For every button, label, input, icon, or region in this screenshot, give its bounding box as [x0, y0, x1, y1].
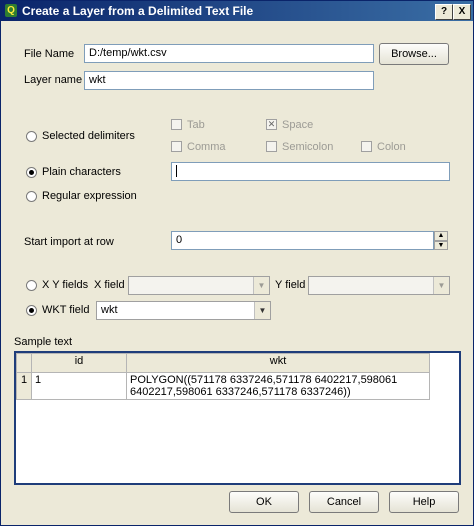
start-row-label: Start import at row: [24, 236, 114, 248]
browse-button[interactable]: Browse...: [379, 43, 449, 65]
title-bar[interactable]: Q Create a Layer from a Delimited Text F…: [1, 1, 473, 21]
chevron-down-icon: ▼: [253, 277, 269, 294]
tab-checkbox-label: Tab: [187, 119, 205, 131]
chevron-down-icon: ▼: [254, 302, 270, 319]
x-field-label: X field: [94, 279, 125, 291]
plain-characters-input[interactable]: [171, 162, 450, 181]
cell-wkt[interactable]: POLYGON((571178 6337246,571178 6402217,5…: [126, 372, 430, 400]
colon-checkbox[interactable]: [361, 141, 372, 152]
cell-id[interactable]: 1: [31, 372, 127, 400]
help-button[interactable]: Help: [389, 491, 459, 513]
comma-checkbox[interactable]: [171, 141, 182, 152]
cancel-button[interactable]: Cancel: [309, 491, 379, 513]
regular-expression-radio[interactable]: [26, 191, 37, 202]
corner-header: [16, 353, 32, 373]
text-cursor: [176, 165, 177, 177]
close-titlebar-button[interactable]: X: [453, 4, 471, 20]
y-field-combo[interactable]: ▼: [308, 276, 450, 295]
layer-name-input[interactable]: wkt: [84, 71, 374, 90]
start-row-input[interactable]: 0: [171, 231, 434, 250]
y-field-label: Y field: [275, 279, 306, 291]
plain-characters-radio[interactable]: [26, 167, 37, 178]
column-header-id[interactable]: id: [31, 353, 127, 373]
wkt-field-combo[interactable]: wkt ▼: [96, 301, 271, 320]
tab-checkbox[interactable]: [171, 119, 182, 130]
dialog-window: Q Create a Layer from a Delimited Text F…: [0, 0, 474, 526]
sample-text-label: Sample text: [14, 336, 73, 348]
column-header-wkt[interactable]: wkt: [126, 353, 430, 373]
regular-expression-label: Regular expression: [42, 190, 137, 202]
layer-name-label: Layer name: [24, 74, 83, 86]
sample-table[interactable]: id wkt 1 1 POLYGON((571178 6337246,57117…: [14, 351, 461, 485]
file-name-input[interactable]: D:/temp/wkt.csv: [84, 44, 374, 63]
spin-up-button[interactable]: ▲: [434, 231, 448, 241]
selected-delimiters-radio[interactable]: [26, 131, 37, 142]
window-title: Create a Layer from a Delimited Text Fil…: [22, 4, 254, 18]
comma-checkbox-label: Comma: [187, 141, 226, 153]
spin-down-button[interactable]: ▼: [434, 241, 448, 250]
sample-grid: id wkt 1 1 POLYGON((571178 6337246,57117…: [16, 353, 430, 400]
file-name-label: File Name: [24, 48, 75, 60]
wkt-field-radio[interactable]: [26, 305, 37, 316]
selected-delimiters-label: Selected delimiters: [42, 130, 135, 142]
x-field-combo[interactable]: ▼: [128, 276, 270, 295]
table-header-row: id wkt: [16, 353, 430, 373]
wkt-field-label: WKT field: [42, 304, 90, 316]
xy-fields-radio[interactable]: [26, 280, 37, 291]
row-number[interactable]: 1: [16, 372, 32, 400]
chevron-down-icon: ▼: [433, 277, 449, 294]
xy-fields-label: X Y fields: [42, 279, 89, 291]
colon-checkbox-label: Colon: [377, 141, 406, 153]
table-row[interactable]: 1 1 POLYGON((571178 6337246,571178 64022…: [16, 372, 430, 400]
space-checkbox-label: Space: [282, 119, 314, 131]
wkt-field-value: wkt: [101, 304, 118, 316]
space-checkbox[interactable]: ✕: [266, 119, 277, 130]
qgis-app-icon: Q: [5, 4, 17, 17]
semicolon-checkbox-label: Semicolon: [282, 141, 334, 153]
plain-characters-label: Plain characters: [42, 166, 121, 178]
semicolon-checkbox[interactable]: [266, 141, 277, 152]
ok-button[interactable]: OK: [229, 491, 299, 513]
help-titlebar-button[interactable]: ?: [435, 4, 453, 20]
